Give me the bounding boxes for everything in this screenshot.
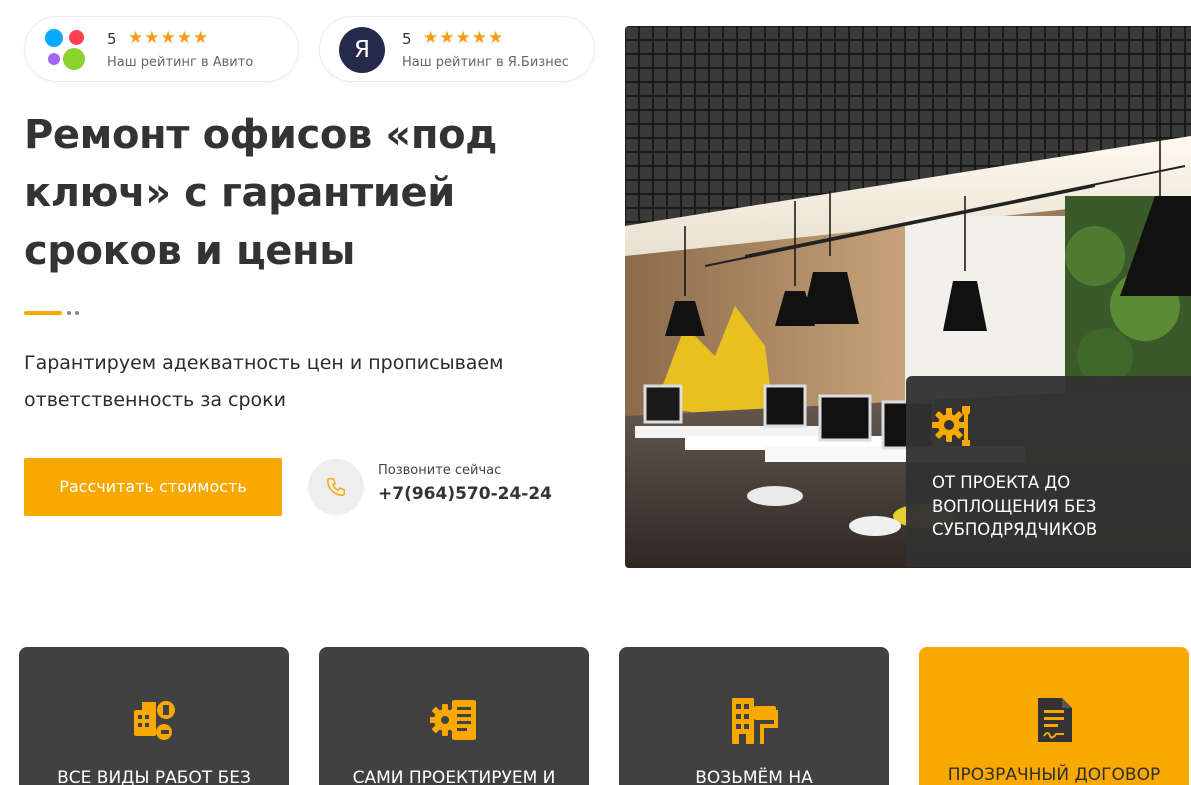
gear-document-icon [430,700,476,740]
title-accent-line [24,311,62,315]
yandex-logo-icon: Я [339,27,385,73]
benefit-text: САМИ ПРОЕКТИРУЕМ И [352,768,556,785]
hero-subtitle: Гарантируем адекватность цен и прописыва… [24,352,504,411]
title-accent-dot [67,311,71,315]
yandex-rating-stars: ★★★★★ [423,28,505,48]
phone-number-link[interactable]: +7(964)570-24-24 [378,484,552,504]
avito-rating-score: 5 [107,30,117,48]
phone-icon[interactable] [308,459,364,515]
benefit-card-all-works: ВСЕ ВИДЫ РАБОТ БЕЗ [19,647,289,785]
yandex-rating-score: 5 [402,30,412,48]
calculate-cost-button[interactable]: Рассчитать стоимость [24,458,282,516]
benefit-text: ВОЗЬМЁМ НА [695,768,813,785]
yandex-rating-badge[interactable]: Я 5 ★★★★★ Наш рейтинг в Я.Бизнес [319,16,595,82]
gear-wrench-icon [932,406,970,446]
page-title: Ремонт офисов «под ключ» с гарантией сро… [24,112,498,274]
building-roller-icon [732,698,778,744]
benefit-card-responsibility: ВОЗЬМЁМ НА [619,647,889,785]
benefit-text: ПРОЗРАЧНЫЙ ДОГОВОР [947,765,1161,785]
building-tools-icon [134,701,175,740]
benefit-text: ВСЕ ВИДЫ РАБОТ БЕЗ [57,768,251,785]
avito-rating-badge[interactable]: 5 ★★★★★ Наш рейтинг в Авито [24,16,299,82]
avito-rating-stars: ★★★★★ [128,28,210,48]
avito-logo-icon [43,27,89,73]
benefit-card-design: САМИ ПРОЕКТИРУЕМ И [319,647,589,785]
title-accent-dot [75,311,79,315]
benefit-card-contract: ПРОЗРАЧНЫЙ ДОГОВОР [919,647,1189,785]
feature-overlay-text: ОТ ПРОЕКТА ДО ВОПЛОЩЕНИЯ БЕЗ СУБПОДРЯДЧИ… [932,473,1098,539]
feature-overlay-card: ОТ ПРОЕКТА ДО ВОПЛОЩЕНИЯ БЕЗ СУБПОДРЯДЧИ… [906,376,1191,567]
avito-rating-caption: Наш рейтинг в Авито [107,55,254,70]
yandex-rating-caption: Наш рейтинг в Я.Бизнес [402,55,569,70]
contract-icon [1038,698,1072,742]
phone-call-label: Позвоните сейчас [378,463,502,478]
